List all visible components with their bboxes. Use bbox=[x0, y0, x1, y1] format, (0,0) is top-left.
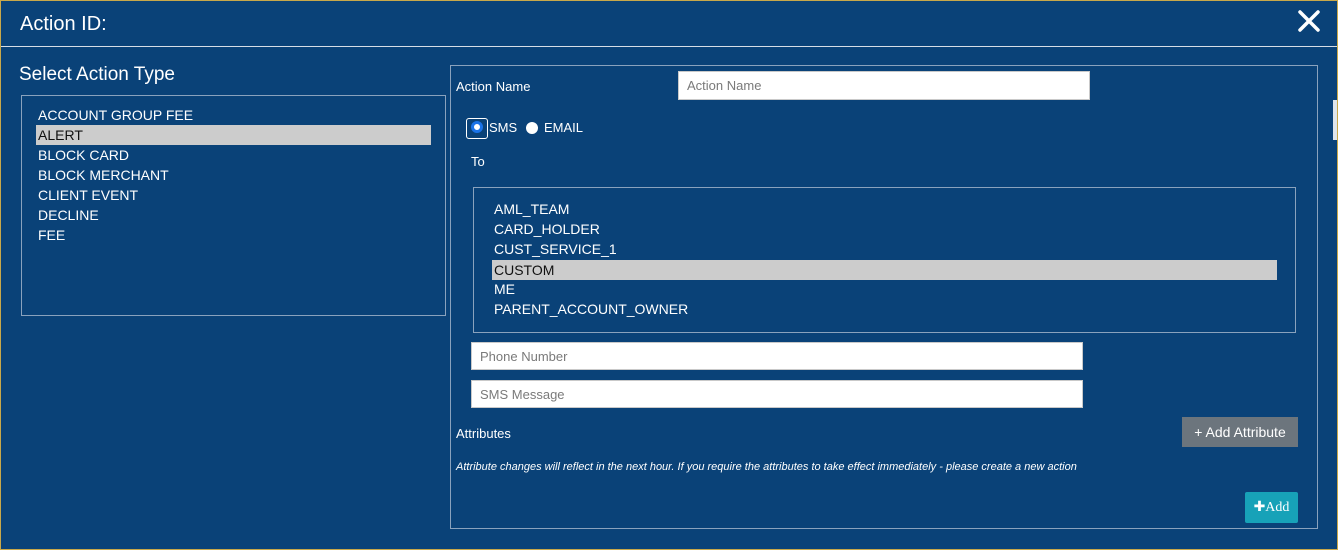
plus-icon: ✚ bbox=[1253, 499, 1266, 515]
action-name-label: Action Name bbox=[456, 79, 531, 94]
recipient-item[interactable]: PARENT_ACCOUNT_OWNER bbox=[492, 299, 1280, 319]
sms-message-input[interactable] bbox=[471, 380, 1083, 408]
sms-label[interactable]: SMS bbox=[489, 120, 517, 135]
email-label[interactable]: EMAIL bbox=[544, 120, 583, 135]
recipient-item-selected[interactable]: CUSTOM bbox=[492, 260, 1277, 280]
action-type-item[interactable]: DECLINE bbox=[36, 205, 433, 225]
recipient-item[interactable]: CARD_HOLDER bbox=[492, 219, 1280, 239]
action-type-item[interactable]: ACCOUNT GROUP FEE bbox=[36, 105, 433, 125]
close-icon[interactable] bbox=[1297, 9, 1321, 33]
action-type-heading: Select Action Type bbox=[19, 64, 175, 85]
action-type-list[interactable]: ACCOUNT GROUP FEE ALERT BLOCK CARD BLOCK… bbox=[21, 95, 446, 316]
add-button[interactable]: ✚Add bbox=[1245, 492, 1298, 523]
recipient-item[interactable]: CUST_SERVICE_1 bbox=[492, 239, 1280, 259]
add-attribute-button[interactable]: + Add Attribute bbox=[1182, 417, 1298, 447]
scrollbar-thumb[interactable] bbox=[1333, 100, 1337, 140]
email-radio[interactable] bbox=[526, 122, 538, 134]
recipient-item[interactable]: AML_TEAM bbox=[492, 199, 1280, 219]
add-button-label: Add bbox=[1265, 500, 1290, 515]
action-type-item-selected[interactable]: ALERT bbox=[36, 125, 431, 145]
action-type-item[interactable]: BLOCK CARD bbox=[36, 145, 433, 165]
action-type-item[interactable]: BLOCK MERCHANT bbox=[36, 165, 433, 185]
dialog-title: Action ID: bbox=[20, 13, 107, 35]
attributes-label: Attributes bbox=[456, 426, 511, 441]
recipient-list[interactable]: AML_TEAM CARD_HOLDER CUST_SERVICE_1 CUST… bbox=[473, 187, 1296, 333]
to-label: To bbox=[471, 154, 485, 169]
dialog-header: Action ID: bbox=[1, 1, 1337, 47]
phone-number-input[interactable] bbox=[471, 342, 1083, 370]
action-type-item[interactable]: FEE bbox=[36, 225, 433, 245]
attributes-note: Attribute changes will reflect in the ne… bbox=[456, 461, 1077, 473]
action-name-input[interactable] bbox=[678, 71, 1090, 100]
recipient-item[interactable]: ME bbox=[492, 279, 1280, 299]
sms-radio[interactable] bbox=[471, 121, 483, 133]
action-type-item[interactable]: CLIENT EVENT bbox=[36, 185, 433, 205]
